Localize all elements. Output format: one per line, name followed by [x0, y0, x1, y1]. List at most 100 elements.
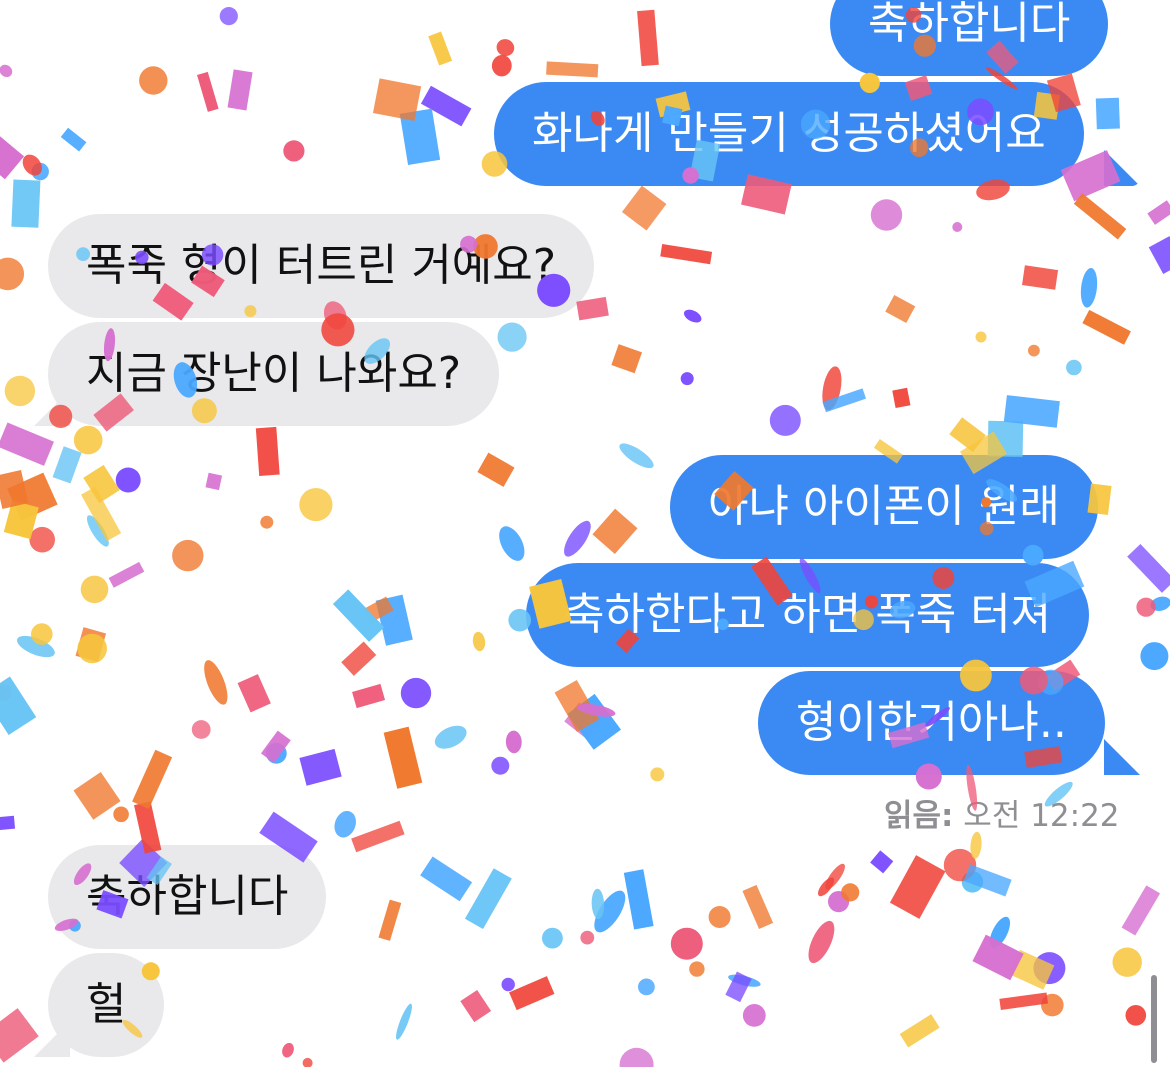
confetti-piece: [580, 930, 595, 945]
confetti-piece: [132, 749, 173, 809]
confetti-piece: [113, 806, 129, 823]
confetti-piece: [987, 420, 1024, 457]
confetti-piece: [73, 425, 103, 455]
confetti-piece: [31, 623, 53, 645]
message-bubble-incoming[interactable]: 지금 장난이 나와요?: [48, 322, 500, 426]
confetti-piece: [0, 134, 25, 180]
message-bubble-outgoing[interactable]: 형이한거아냐..: [758, 671, 1105, 775]
confetti-piece: [689, 961, 705, 977]
confetti-piece: [825, 863, 845, 890]
confetti-piece: [1140, 642, 1169, 671]
bubble-tail: [1104, 739, 1140, 775]
confetti-piece: [1041, 993, 1064, 1017]
confetti-piece: [472, 631, 486, 652]
confetti-piece: [352, 683, 386, 709]
confetti-piece: [841, 883, 860, 902]
confetti-piece: [650, 767, 665, 782]
message-bubble-incoming[interactable]: 축하합니다: [48, 845, 327, 949]
confetti-piece: [420, 856, 473, 902]
confetti-piece: [86, 515, 109, 547]
confetti-piece: [1112, 947, 1142, 977]
message-text: 폭죽 형이 터트린 거예요?: [86, 240, 557, 291]
confetti-piece: [1066, 359, 1082, 376]
confetti-piece: [237, 674, 271, 713]
confetti-piece: [0, 684, 12, 701]
confetti-piece: [299, 488, 333, 522]
confetti-piece: [621, 185, 667, 231]
confetti-piece: [989, 916, 1011, 949]
confetti-piece: [3, 500, 39, 540]
read-receipt-time: 오전 12:22: [963, 798, 1120, 834]
confetti-piece: [0, 422, 54, 466]
message-bubble-outgoing[interactable]: 축하합니다: [830, 0, 1109, 76]
confetti-piece: [0, 676, 37, 735]
confetti-piece: [808, 920, 835, 964]
confetti-piece: [591, 888, 605, 920]
confetti-piece: [611, 344, 643, 374]
confetti-piece: [428, 31, 453, 66]
confetti-piece: [594, 890, 626, 933]
confetti-piece: [491, 55, 512, 77]
confetti-piece: [509, 976, 555, 1011]
confetti-piece: [943, 848, 977, 882]
message-text: 형이한거아냐..: [796, 697, 1067, 748]
read-receipt-label: 읽음:: [884, 798, 954, 834]
confetti-piece: [828, 891, 850, 913]
confetti-piece: [742, 884, 774, 930]
confetti-piece: [619, 443, 654, 469]
confetti-piece: [889, 855, 946, 919]
confetti-piece: [975, 331, 987, 343]
confetti-piece: [341, 641, 377, 676]
confetti-piece: [372, 78, 422, 121]
confetti-piece: [420, 85, 472, 127]
confetti-piece: [139, 66, 168, 95]
confetti-piece: [491, 756, 510, 775]
confetti-piece: [822, 388, 867, 413]
confetti-piece: [383, 726, 423, 789]
confetti-piece: [0, 815, 16, 831]
message-bubble-incoming[interactable]: 폭죽 형이 터트린 거예요?: [48, 214, 595, 318]
confetti-piece: [260, 515, 274, 529]
confetti-piece: [972, 934, 1024, 981]
read-receipt: 읽음: 오전 12:22: [884, 790, 1120, 835]
confetti-piece: [505, 730, 522, 754]
message-bubble-outgoing[interactable]: 축하한다고 하면 폭죽 터져: [526, 563, 1090, 667]
confetti-piece: [870, 199, 903, 231]
confetti-piece: [0, 64, 13, 78]
confetti-piece: [260, 730, 291, 764]
message-bubble-outgoing[interactable]: 아냐 아이폰이 원래: [670, 455, 1098, 559]
confetti-piece: [302, 1057, 313, 1067]
confetti-piece: [464, 868, 512, 930]
confetti-piece: [708, 906, 731, 928]
confetti-piece: [1022, 265, 1059, 290]
message-bubble-outgoing[interactable]: 화나게 만들기 성공하셨어요: [494, 82, 1084, 186]
confetti-piece: [725, 971, 752, 1003]
confetti-piece: [205, 472, 223, 491]
confetti-piece: [1148, 236, 1170, 274]
confetti-piece: [567, 693, 621, 750]
confetti-piece: [17, 635, 55, 658]
confetti-piece: [576, 296, 609, 321]
confetti-piece: [497, 322, 527, 352]
confetti-piece: [31, 162, 49, 181]
confetti-piece: [1082, 309, 1131, 345]
confetti-piece: [375, 594, 413, 646]
confetti-piece: [7, 472, 58, 521]
confetti-piece: [378, 899, 402, 941]
scroll-indicator[interactable]: [1151, 975, 1157, 1063]
confetti-piece: [728, 974, 761, 987]
confetti-piece: [0, 1008, 39, 1063]
confetti-piece: [191, 720, 211, 739]
confetti-piece: [999, 992, 1049, 1010]
message-text: 축하합니다: [86, 871, 289, 922]
confetti-piece: [660, 244, 713, 265]
message-text: 아냐 아이폰이 원래: [708, 481, 1060, 532]
confetti-piece: [554, 679, 600, 732]
confetti-piece: [362, 596, 394, 624]
confetti-piece: [81, 486, 122, 542]
confetti-piece: [892, 387, 911, 409]
confetti-piece: [60, 127, 87, 152]
confetti-piece: [0, 469, 29, 509]
confetti-piece: [52, 446, 82, 484]
confetti-piece: [77, 633, 107, 664]
